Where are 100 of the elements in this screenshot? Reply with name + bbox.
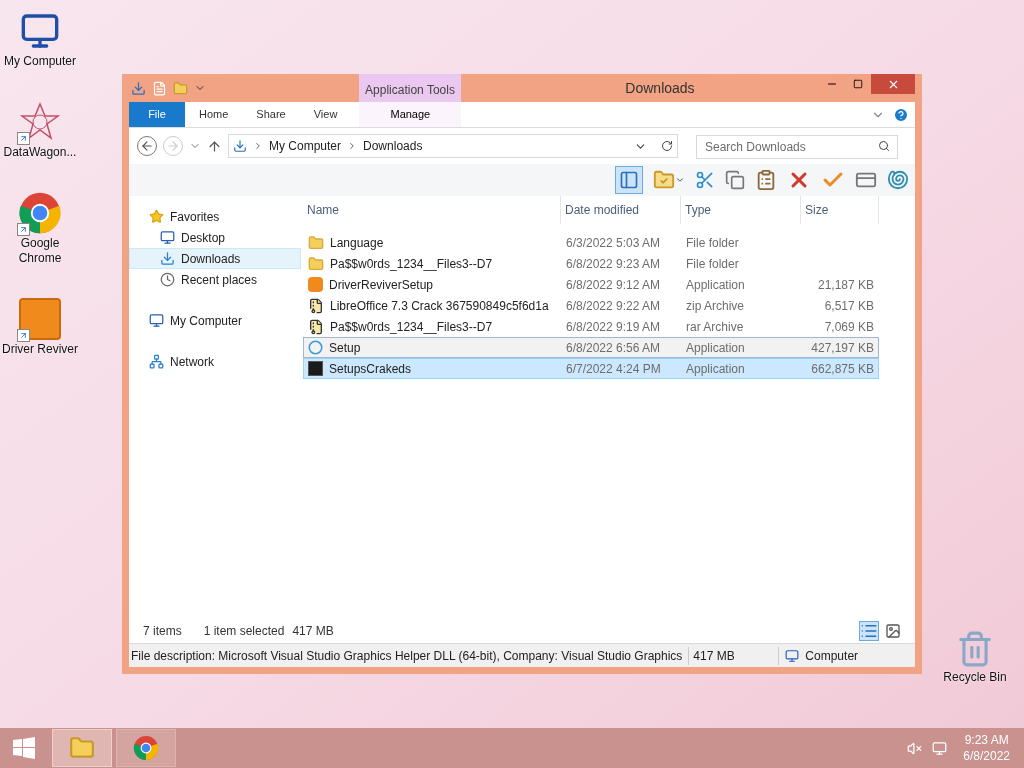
ribbon-tab[interactable]: File — [129, 102, 185, 127]
file-size: 417 MB — [689, 646, 780, 665]
windows-logo-icon — [12, 736, 36, 760]
desktop-icon — [160, 230, 175, 245]
nav-item[interactable]: My Computer — [129, 310, 301, 331]
download-folder-icon — [160, 251, 175, 266]
window-title: Downloads — [624, 78, 696, 98]
search-field[interactable]: Search Downloads — [696, 135, 898, 159]
size-cell-text: 662,875 KB — [811, 360, 874, 378]
up-button[interactable] — [207, 138, 222, 154]
archive-icon — [308, 318, 324, 335]
file-row[interactable]: Language 6/3/2022 5:03 AM File folder — [303, 232, 879, 253]
nav-item[interactable]: Downloads — [129, 248, 301, 269]
type-cell-text: Application — [685, 339, 746, 357]
cut-icon[interactable] — [695, 170, 715, 190]
details-view-button[interactable] — [859, 621, 879, 641]
date-cell-text: 6/8/2022 9:12 AM — [565, 276, 662, 294]
file-row[interactable]: Setup 6/8/2022 6:56 AM Application 427,197 KB — [303, 337, 879, 358]
file-row[interactable]: DriverReviverSetup 6/8/2022 9:12 AM Application 21,187 KB — [303, 274, 879, 295]
chrome-logo-icon — [133, 735, 159, 761]
muted-speaker-icon[interactable] — [907, 740, 923, 756]
file-row[interactable]: LibreOffice 7.3 Crack 367590849c5f6d1a 6/8/2022 9:22 AM zip Archive 6,517 KB — [303, 295, 879, 316]
date-cell-text: 6/8/2022 9:22 AM — [565, 297, 662, 315]
column-header[interactable]: Type — [681, 196, 801, 224]
folder-check-icon — [653, 169, 675, 191]
address-bar[interactable]: My Computer Downloads — [228, 134, 678, 158]
search-icon[interactable] — [878, 140, 890, 152]
size-cell-text: 427,197 KB — [811, 339, 874, 357]
zone-label: Computer — [805, 647, 859, 665]
file-name: DriverReviverSetup — [329, 276, 434, 294]
star-icon — [149, 209, 164, 224]
ribbon-tab[interactable]: Share — [242, 102, 300, 127]
ribbon-tab[interactable]: Home — [185, 102, 243, 127]
item-count: 7 items — [143, 623, 182, 640]
date-cell-text: 6/8/2022 9:19 AM — [565, 318, 662, 336]
layout-pane-button[interactable] — [615, 166, 643, 194]
file-row[interactable]: Pa$$w0rds_1234__Files3--D7 6/8/2022 9:23 AM File folder — [303, 253, 879, 274]
paste-icon[interactable] — [755, 169, 777, 191]
desktop-icon-label: My Computer — [3, 54, 77, 69]
column-header[interactable]: Size — [801, 196, 879, 224]
star-pattern-icon — [20, 102, 60, 142]
properties-icon[interactable] — [152, 80, 167, 96]
size-cell-text: 6,517 KB — [824, 297, 874, 315]
type-cell-text: Application — [685, 276, 746, 294]
date-cell-text: 6/8/2022 6:56 AM — [565, 339, 662, 357]
file-row[interactable]: Pa$$w0rds_1234__Files3--D7 6/8/2022 9:19 AM rar Archive 7,069 KB — [303, 316, 879, 337]
ribbon-tab[interactable]: Manage — [359, 102, 462, 127]
taskbar-app-button[interactable] — [116, 729, 176, 767]
app-logo-icon — [19, 298, 61, 340]
size-cell-text: 7,069 KB — [824, 318, 874, 336]
ribbon-tab[interactable]: View — [299, 102, 352, 127]
file-name: Pa$$w0rds_1234__Files3--D7 — [330, 318, 493, 336]
nav-item[interactable]: Favorites — [129, 206, 301, 227]
help-icon[interactable] — [893, 106, 909, 123]
archive-icon — [308, 297, 324, 314]
desktop-shortcut-icon[interactable] — [17, 190, 63, 236]
date-cell-text: 6/7/2022 4:24 PM — [565, 360, 662, 378]
computer-icon — [785, 648, 800, 663]
file-name: LibreOffice 7.3 Crack 367590849c5f6d1a — [330, 297, 549, 315]
app-icon — [308, 277, 323, 292]
maximize-icon — [853, 79, 863, 89]
computer-icon — [20, 11, 60, 51]
desktop-icon-label: Google Chrome — [17, 236, 63, 266]
column-header[interactable]: Date modified — [561, 196, 681, 224]
date-cell-text: 6/8/2022 9:23 AM — [565, 255, 662, 273]
file-name: Pa$$w0rds_1234__Files3--D7 — [330, 255, 493, 273]
app-icon — [308, 361, 323, 376]
caret-icon — [675, 175, 685, 185]
ring-icon — [308, 340, 323, 355]
taskbar-app-button[interactable] — [52, 729, 112, 767]
column-header[interactable]: Name — [303, 196, 561, 224]
context-tab-header: Application Tools — [359, 74, 461, 102]
type-cell-text: rar Archive — [685, 318, 745, 336]
chrome-logo-icon — [18, 191, 62, 235]
selection-size: 417 MB — [292, 623, 334, 640]
file-name: Setup — [329, 339, 361, 357]
type-cell-text: Application — [685, 360, 746, 378]
file-row[interactable]: SetupsCrakeds 6/7/2022 4:24 PM Application 662,875 KB — [303, 358, 879, 379]
desktop-icon-label: Driver Reviver — [1, 342, 79, 357]
nav-item[interactable]: Network — [129, 351, 301, 372]
desktop-shortcut-icon[interactable] — [17, 296, 63, 342]
shell-icon[interactable] — [887, 169, 909, 191]
file-name: SetupsCrakeds — [329, 360, 412, 378]
desktop-icon-label: DataWagon... — [2, 145, 78, 160]
date-cell-text: 6/3/2022 5:03 AM — [565, 234, 662, 252]
type-cell-text: zip Archive — [685, 297, 746, 315]
size-cell-text: 21,187 KB — [817, 276, 874, 294]
nav-item[interactable]: Recent places — [129, 269, 301, 290]
computer-icon — [149, 313, 164, 328]
clock-icon — [160, 272, 175, 287]
selection-info: 1 item selected — [203, 623, 285, 640]
desktop-icon-label: Recycle Bin — [943, 669, 1007, 686]
type-cell-text: File folder — [685, 255, 740, 273]
new-folder-icon[interactable] — [173, 80, 188, 96]
file-description: File description: Microsoft Visual Studio Graphics Helper DLL (64-bit), Company: Visual Studio Graphics — [129, 646, 690, 665]
select-folder-button[interactable] — [653, 169, 685, 191]
copy-icon[interactable] — [725, 170, 745, 190]
large-icons-view-button[interactable] — [885, 623, 901, 639]
nav-item[interactable]: Desktop — [129, 227, 301, 248]
type-cell-text: File folder — [685, 234, 740, 252]
